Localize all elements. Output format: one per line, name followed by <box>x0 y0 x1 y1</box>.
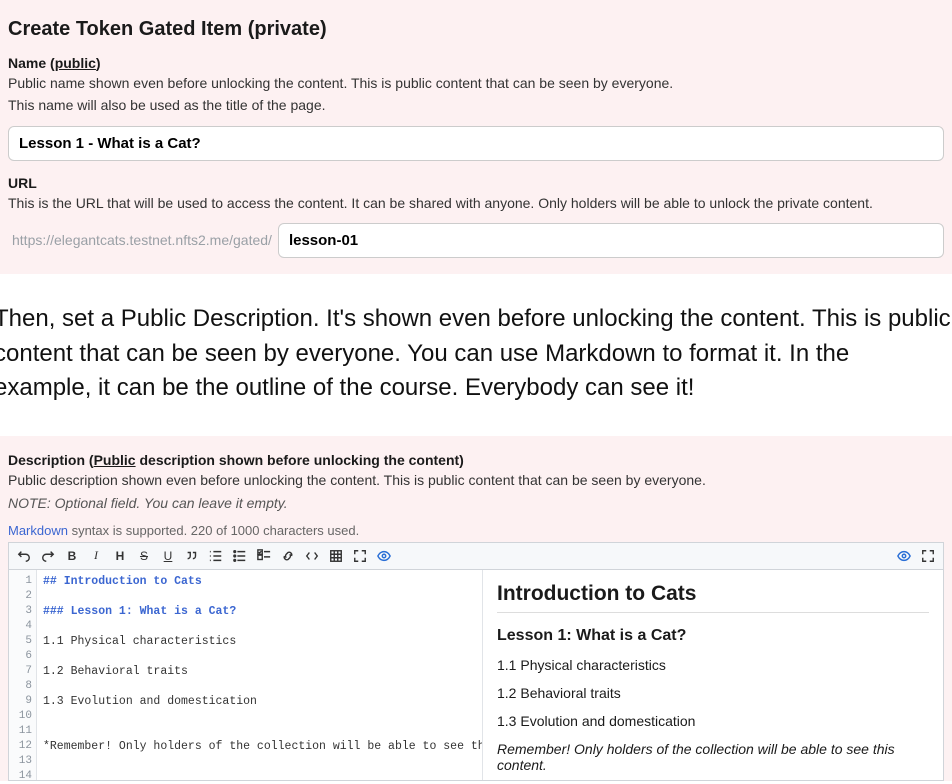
code-line[interactable]: 1.2 Behavioral traits <box>43 664 476 679</box>
code-line[interactable] <box>43 754 476 769</box>
code-line[interactable]: *Remember! Only holders of the collectio… <box>43 739 476 754</box>
line-number: 9 <box>9 694 32 709</box>
url-row: https://elegantcats.testnet.nfts2.me/gat… <box>8 223 944 258</box>
url-help: This is the URL that will be used to acc… <box>8 193 944 213</box>
preview-p1: 1.1 Physical characteristics <box>497 657 929 673</box>
markdown-preview: Introduction to Cats Lesson 1: What is a… <box>483 570 943 780</box>
line-number: 11 <box>9 724 32 739</box>
code-line[interactable] <box>43 724 476 739</box>
line-number: 4 <box>9 619 32 634</box>
desc-help-2: NOTE: Optional field. You can leave it e… <box>8 493 944 513</box>
code-line[interactable] <box>43 709 476 724</box>
ordered-list-icon[interactable] <box>207 547 225 565</box>
desc-help-1: Public description shown even before unl… <box>8 470 944 490</box>
name-help-2: This name will also be used as the title… <box>8 95 944 115</box>
link-icon[interactable] <box>279 547 297 565</box>
line-number: 14 <box>9 769 32 784</box>
preview-h3: Lesson 1: What is a Cat? <box>497 627 929 645</box>
code-line[interactable] <box>43 679 476 694</box>
name-label-suffix: ) <box>96 55 101 71</box>
line-number: 10 <box>9 709 32 724</box>
heading-button[interactable]: H <box>111 547 129 565</box>
description-label: Description (Public description shown be… <box>8 452 944 468</box>
name-label: Name (public) <box>8 55 944 71</box>
name-label-public: public <box>55 55 96 71</box>
desc-label-prefix: Description ( <box>8 452 94 468</box>
markdown-rest: syntax is supported. 220 of 1000 charact… <box>68 523 359 538</box>
preview-em: Remember! Only holders of the collection… <box>497 741 929 773</box>
preview-toggle-icon[interactable] <box>375 547 393 565</box>
line-number-gutter: 1234567891011121314 <box>9 570 37 780</box>
name-input[interactable] <box>8 126 944 161</box>
code-line[interactable]: 1.1 Physical characteristics <box>43 634 476 649</box>
desc-label-public: Public <box>94 452 136 468</box>
name-label-prefix: Name ( <box>8 55 55 71</box>
underline-button[interactable]: U <box>159 547 177 565</box>
markdown-info: Markdown syntax is supported. 220 of 100… <box>8 523 944 538</box>
unordered-list-icon[interactable] <box>231 547 249 565</box>
preview-h2: Introduction to Cats <box>497 582 929 613</box>
line-number: 2 <box>9 589 32 604</box>
preview-p2: 1.2 Behavioral traits <box>497 685 929 701</box>
code-icon[interactable] <box>303 547 321 565</box>
undo-icon[interactable] <box>15 547 33 565</box>
expand-icon[interactable] <box>351 547 369 565</box>
line-number: 3 <box>9 604 32 619</box>
markdown-editor: B I H S U 1234567891011121314 ## Introdu… <box>8 542 944 781</box>
line-number: 5 <box>9 634 32 649</box>
code-line[interactable] <box>43 589 476 604</box>
line-number: 7 <box>9 664 32 679</box>
code-line[interactable]: ### Lesson 1: What is a Cat? <box>43 604 476 619</box>
bold-button[interactable]: B <box>63 547 81 565</box>
create-item-form-top: Create Token Gated Item (private) Name (… <box>0 0 952 274</box>
url-prefix: https://elegantcats.testnet.nfts2.me/gat… <box>8 223 278 258</box>
markdown-link[interactable]: Markdown <box>8 523 68 538</box>
desc-label-suffix: description shown before unlocking the c… <box>136 452 464 468</box>
fullscreen-icon[interactable] <box>919 547 937 565</box>
description-section: Description (Public description shown be… <box>0 436 952 781</box>
italic-button[interactable]: I <box>87 547 105 565</box>
code-line[interactable]: ## Introduction to Cats <box>43 574 476 589</box>
editor-toolbar: B I H S U <box>9 543 943 570</box>
code-line[interactable] <box>43 619 476 634</box>
page-title: Create Token Gated Item (private) <box>8 18 944 41</box>
redo-icon[interactable] <box>39 547 57 565</box>
strike-button[interactable]: S <box>135 547 153 565</box>
task-list-icon[interactable] <box>255 547 273 565</box>
line-number: 12 <box>9 739 32 754</box>
quote-icon[interactable] <box>183 547 201 565</box>
interlude-text: Then, set a Public Description. It's sho… <box>0 274 952 436</box>
markdown-textarea[interactable]: ## Introduction to Cats ### Lesson 1: Wh… <box>37 570 483 780</box>
preview-p3: 1.3 Evolution and domestication <box>497 713 929 729</box>
preview-eye-icon[interactable] <box>895 547 913 565</box>
code-line[interactable]: 1.3 Evolution and domestication <box>43 694 476 709</box>
line-number: 6 <box>9 649 32 664</box>
name-help-1: Public name shown even before unlocking … <box>8 73 944 93</box>
editor-body: 1234567891011121314 ## Introduction to C… <box>9 570 943 780</box>
code-line[interactable] <box>43 769 476 780</box>
url-input[interactable] <box>278 223 944 258</box>
url-label: URL <box>8 175 944 191</box>
code-line[interactable] <box>43 649 476 664</box>
line-number: 13 <box>9 754 32 769</box>
line-number: 8 <box>9 679 32 694</box>
table-icon[interactable] <box>327 547 345 565</box>
line-number: 1 <box>9 574 32 589</box>
